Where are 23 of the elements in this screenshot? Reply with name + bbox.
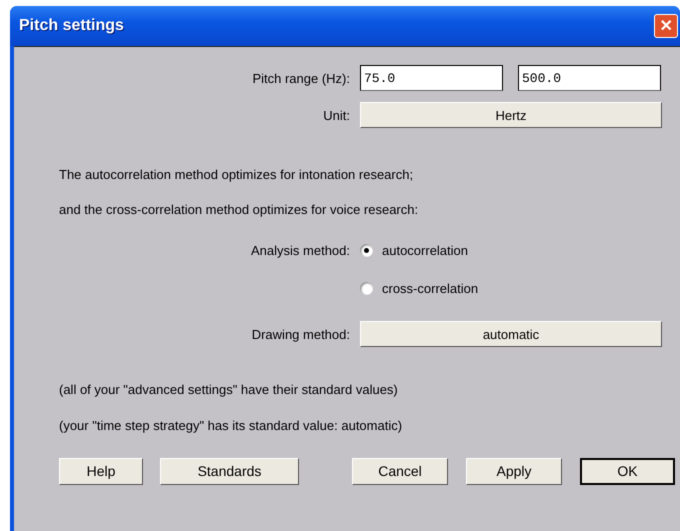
unit-menu-button[interactable]: Hertz xyxy=(360,102,662,128)
dialog-button[interactable]: Help xyxy=(59,458,143,484)
input-field[interactable]: 500.0 xyxy=(518,65,661,91)
description-text: The autocorrelation method optimizes for intonation research; xyxy=(59,167,414,182)
field-label: Drawing method: xyxy=(250,326,351,342)
status-text: (your "time step strategy" has its standard value: automatic) xyxy=(59,418,402,432)
radio-icon[interactable] xyxy=(360,282,373,294)
radio-option[interactable]: cross-correlation xyxy=(360,280,478,296)
field-label: Analysis method: xyxy=(250,242,351,258)
window-title: Pitch settings xyxy=(19,17,124,35)
dialog-button[interactable]: Cancel xyxy=(352,458,448,484)
description-text: and the cross-correlation method optimizes for voice research: xyxy=(59,202,418,217)
radio-option[interactable]: autocorrelation xyxy=(360,242,468,258)
dialog-button[interactable]: Apply xyxy=(466,458,562,484)
close-button[interactable]: ✕ xyxy=(654,14,678,38)
radio-icon[interactable] xyxy=(360,244,373,256)
dialog-button[interactable]: Standards xyxy=(160,458,299,484)
field-label: Pitch range (Hz): xyxy=(251,70,351,86)
dialog-button[interactable]: OK xyxy=(580,458,675,484)
status-text: (all of your "advanced settings" have their standard values) xyxy=(59,382,398,396)
drawing-menu-button[interactable]: automatic xyxy=(360,321,662,347)
field-label: Unit: xyxy=(322,108,351,122)
input-field[interactable]: 75.0 xyxy=(360,65,503,91)
